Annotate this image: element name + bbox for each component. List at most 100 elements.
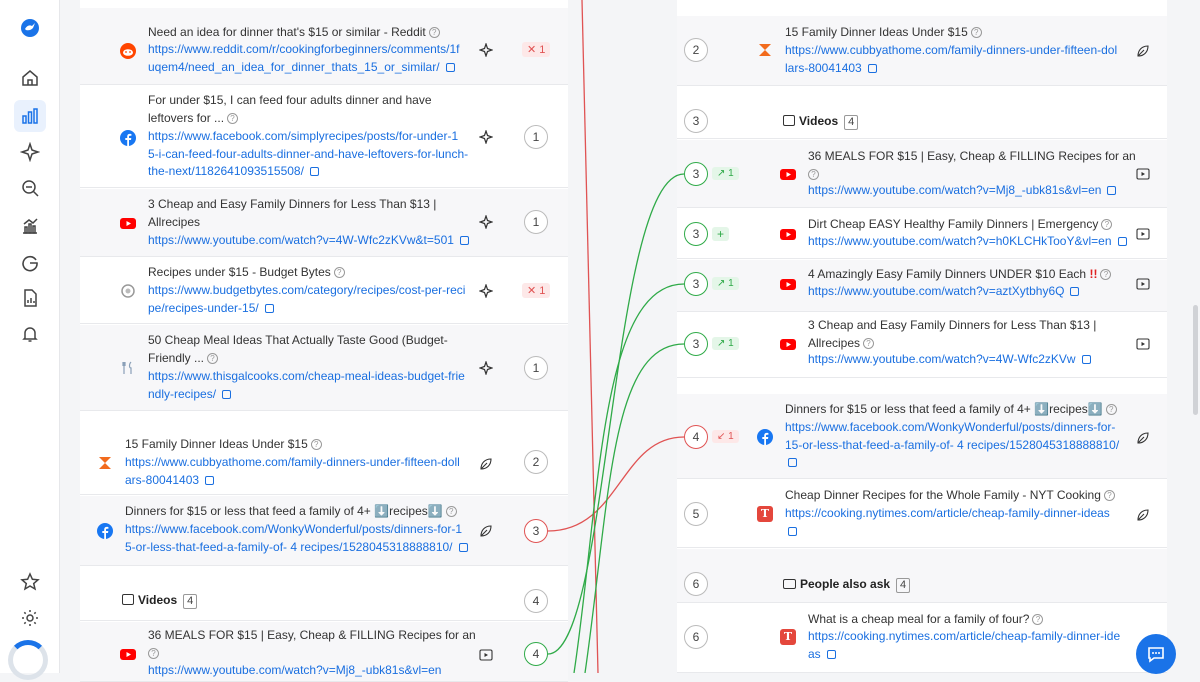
result-url[interactable]: https://www.youtube.com/watch?v=Mj8_-ubk… [148, 662, 441, 680]
help-icon: ? [808, 168, 819, 180]
result-url[interactable]: https://www.thisgalcooks.com/cheap-meal-… [148, 368, 465, 403]
result-title: Cheap Dinner Recipes for the Whole Famil… [785, 488, 1101, 502]
cubby-icon [759, 44, 771, 56]
result-url[interactable]: https://www.cubbyathome.com/family-dinne… [785, 42, 1117, 77]
nyt-icon: T [780, 629, 796, 645]
help-icon: ? [227, 112, 239, 124]
result-title: Dirt Cheap EASY Healthy Family Dinners |… [808, 217, 1099, 231]
bell-icon[interactable] [14, 318, 46, 350]
section-header [677, 87, 1167, 139]
result-title: Recipes under $15 - Budget Bytes [148, 265, 331, 279]
result-url[interactable]: https://www.cubbyathome.com/family-dinne… [125, 454, 460, 489]
section-title: People also ask [800, 577, 891, 591]
result-url[interactable]: https://www.facebook.com/simplyrecipes/p… [148, 128, 468, 181]
utensils-icon [122, 361, 132, 374]
position-badge: 5 [684, 502, 708, 526]
result-title: 4 Amazingly Easy Family Dinners UNDER $1… [808, 267, 1087, 281]
position-badge: 3 [684, 109, 708, 133]
external-link-icon [1081, 355, 1091, 364]
result-title: Dinners for $15 or less that feed a fami… [785, 402, 1103, 416]
chart-icon[interactable] [14, 210, 46, 242]
external-link-icon [445, 62, 455, 72]
chat-button[interactable] [1136, 634, 1176, 674]
external-link-icon [1117, 237, 1127, 246]
help-icon: ? [207, 352, 219, 364]
sparkle-icon [479, 215, 493, 229]
search-rank-icon[interactable] [14, 172, 46, 204]
result-url[interactable]: https://www.youtube.com/watch?v=Mj8_-ubk… [808, 182, 1117, 200]
result-url[interactable]: https://www.reddit.com/r/cookingforbegin… [148, 41, 459, 76]
external-link-icon [264, 303, 274, 313]
result-url[interactable]: https://cooking.nytimes.com/article/chea… [808, 628, 1120, 663]
result-title: 36 MEALS FOR $15 | Easy, Cheap & FILLING… [148, 628, 476, 642]
result-url[interactable]: https://www.facebook.com/WonkyWonderful/… [785, 419, 1119, 472]
help-icon: ? [1105, 404, 1117, 415]
result-url[interactable]: https://www.facebook.com/WonkyWonderful/… [125, 521, 468, 556]
result-url[interactable]: https://www.youtube.com/watch?v=4W-Wfc2z… [808, 351, 1091, 369]
sparkle-icon [479, 284, 493, 298]
up-badge: ↗ 1 [712, 277, 739, 290]
position-badge: 3 [684, 272, 708, 296]
help-icon: ? [1103, 490, 1115, 501]
sparkle-icon [479, 43, 493, 57]
result-url[interactable]: https://cooking.nytimes.com/article/chea… [785, 505, 1110, 540]
down-badge: ↙ 1 [712, 430, 739, 443]
result-url[interactable]: https://www.youtube.com/watch?v=4W-Wfc2z… [148, 232, 469, 250]
external-link-icon [1107, 186, 1117, 195]
help-icon: ? [1101, 219, 1113, 230]
youtube-icon [120, 649, 136, 660]
result-url[interactable]: https://www.budgetbytes.com/category/rec… [148, 282, 465, 317]
leaf-icon [1137, 509, 1149, 521]
report-icon[interactable] [14, 282, 46, 314]
sparkle-icon[interactable] [14, 136, 46, 168]
help-icon: ? [1100, 269, 1112, 280]
position-badge: 2 [684, 38, 708, 62]
help-icon: ? [428, 27, 440, 38]
result-title: 15 Family Dinner Ideas Under $15 [125, 437, 308, 451]
position-badge: 6 [684, 625, 708, 649]
facebook-icon [97, 523, 113, 539]
scrollbar[interactable] [1193, 305, 1198, 415]
youtube-icon [780, 229, 796, 240]
video-icon [479, 649, 493, 661]
help-icon: ? [445, 506, 457, 517]
external-link-icon [1070, 287, 1080, 296]
help-icon: ? [863, 337, 875, 349]
help-icon: ? [970, 27, 982, 38]
position-badge: 4 [684, 425, 708, 449]
result-url[interactable]: https://www.youtube.com/watch?v=aztXytbh… [808, 283, 1080, 301]
sidebar [0, 0, 60, 680]
section-title: Videos [799, 114, 839, 128]
result-url[interactable]: https://www.youtube.com/watch?v=h0KLCHkT… [808, 233, 1127, 251]
position-badge: 4 [524, 589, 548, 613]
lost-badge: ✕ 1 [522, 283, 551, 298]
position-badge: 6 [684, 572, 708, 596]
position-badge: 3 [684, 162, 708, 186]
position-badge: 1 [524, 356, 548, 380]
chat-icon [1148, 647, 1164, 663]
leaf-icon [480, 525, 492, 537]
logo-icon[interactable] [14, 12, 46, 44]
video-icon [1136, 228, 1150, 240]
position-badge: 3 [684, 332, 708, 356]
video-icon [783, 115, 795, 126]
video-icon [1136, 338, 1150, 350]
leaf-icon [1137, 432, 1149, 444]
external-link-icon [205, 475, 215, 485]
settings-icon[interactable] [14, 602, 46, 634]
facebook-icon [120, 130, 136, 146]
video-icon [1136, 278, 1150, 290]
cubby-icon [99, 457, 111, 469]
lost-badge: ✕ 1 [522, 42, 551, 57]
youtube-icon [780, 279, 796, 290]
result-title: 3 Cheap and Easy Family Dinners for Less… [808, 318, 1097, 332]
google-icon[interactable] [14, 246, 46, 278]
external-link-icon [222, 389, 232, 399]
analytics-icon[interactable] [14, 100, 46, 132]
home-icon[interactable] [14, 62, 46, 94]
result-title: What is a cheap meal for a family of fou… [808, 612, 1030, 626]
star-icon[interactable] [14, 566, 46, 598]
result-title: 15 Family Dinner Ideas Under $15 [785, 25, 968, 39]
new-badge: + [712, 227, 730, 241]
chat-bubble-icon [783, 579, 796, 589]
